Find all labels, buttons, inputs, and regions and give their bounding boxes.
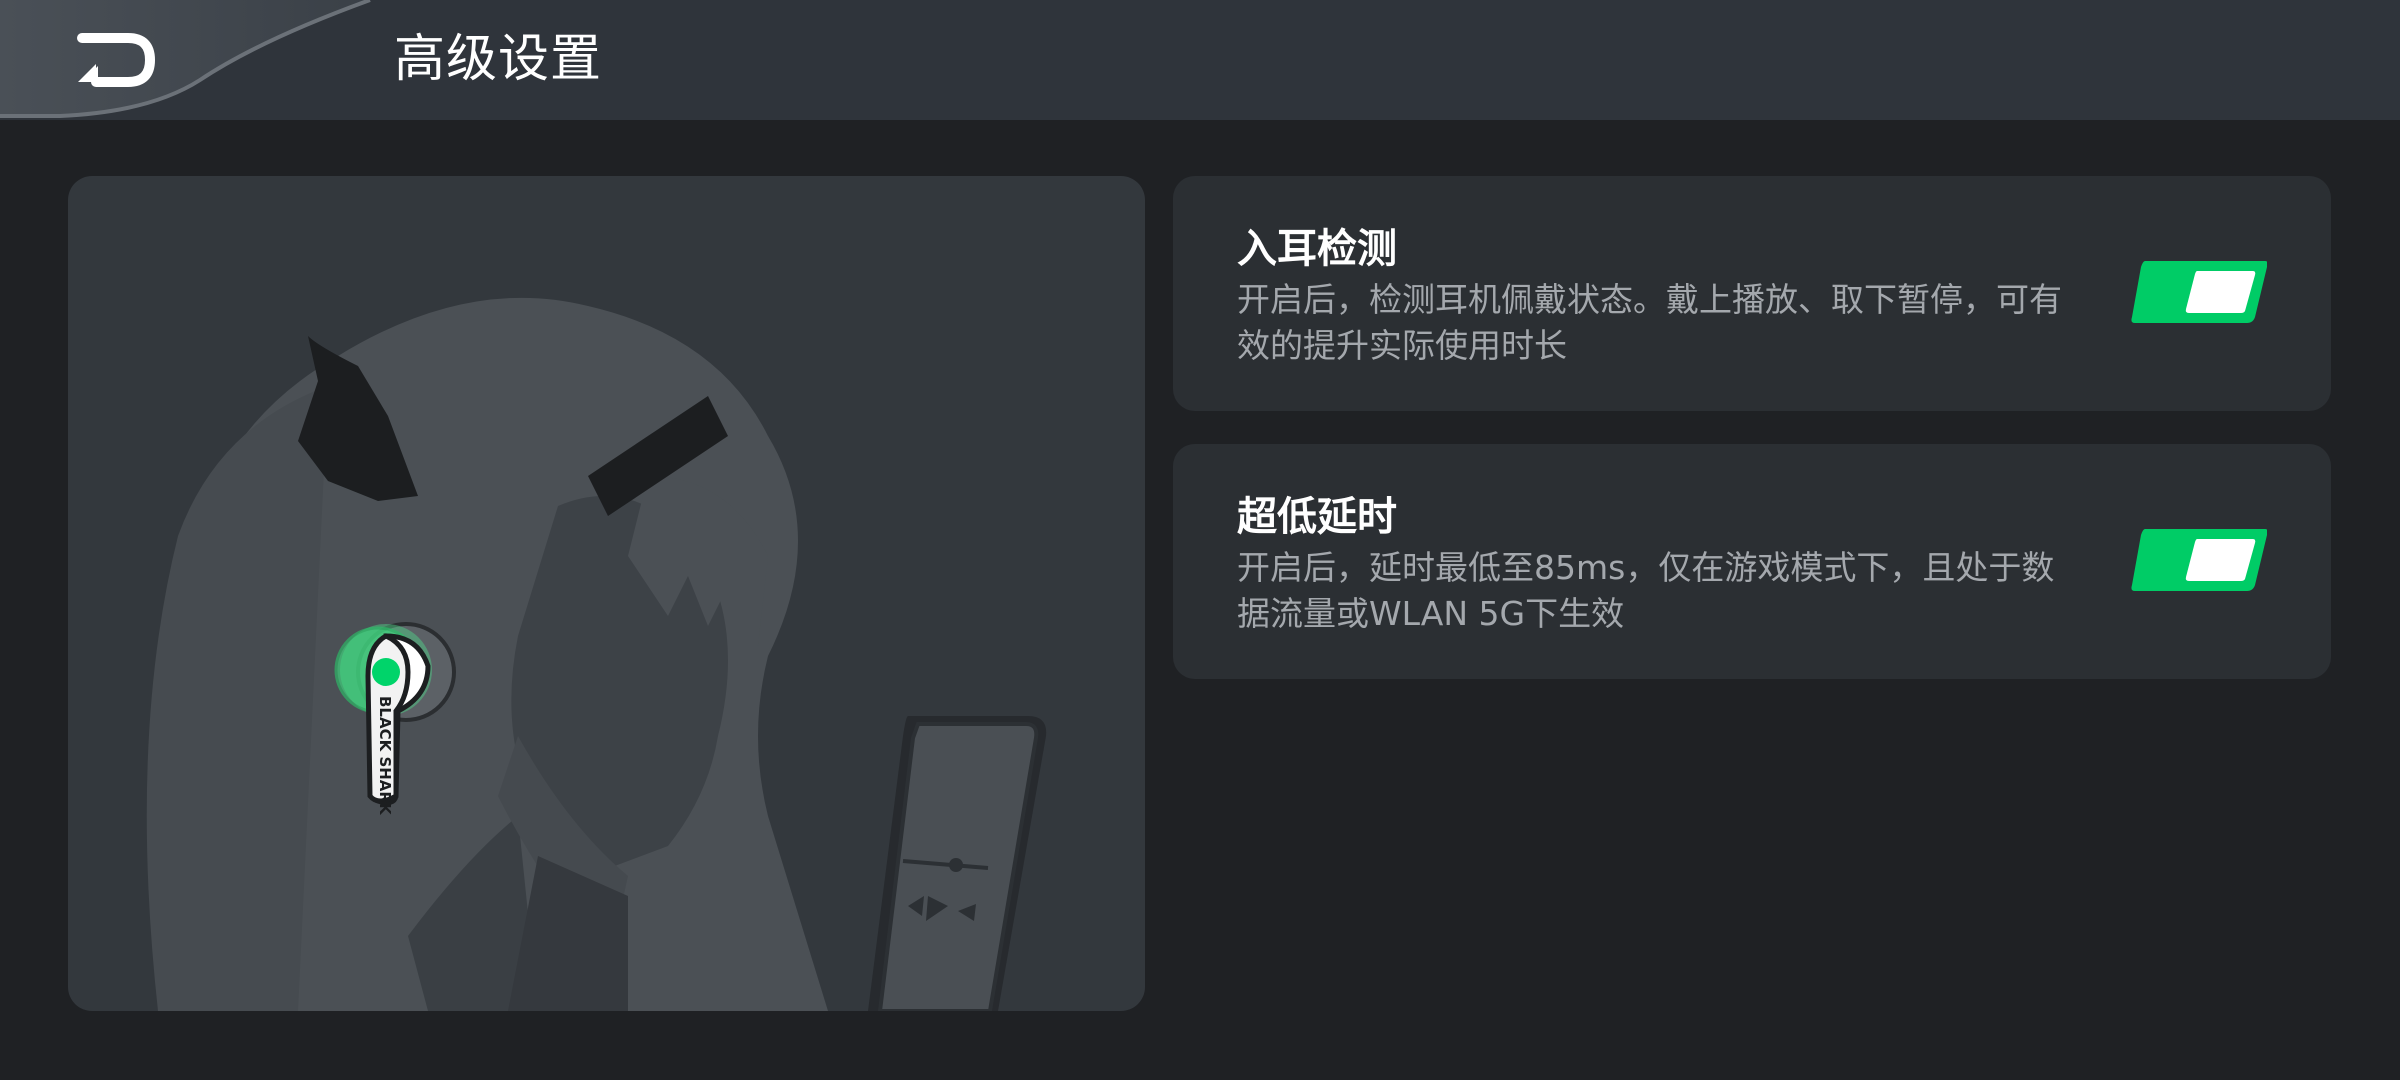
back-button[interactable] <box>0 0 380 120</box>
toggle-knob <box>2185 271 2256 313</box>
setting-description: 开启后，检测耳机佩戴状态。戴上播放、取下暂停，可有效的提升实际使用时长 <box>1237 280 2062 365</box>
setting-title: 入耳检测 <box>1237 226 1397 272</box>
page-title: 高级设置 <box>394 30 603 89</box>
setting-card-low-latency: 超低延时 开启后，延时最低至85ms，仅在游戏模式下，且处于数据流量或WLAN … <box>1173 444 2331 679</box>
girl-earbud-illustration: BLACK SHARK <box>146 297 1047 1011</box>
setting-title: 超低延时 <box>1237 494 1397 540</box>
toggle-knob <box>2185 539 2256 581</box>
setting-card-ear-detection: 入耳检测 开启后，检测耳机佩戴状态。戴上播放、取下暂停，可有效的提升实际使用时长 <box>1173 176 2331 411</box>
header-bar: 高级设置 <box>0 0 2400 120</box>
phone-illustration <box>868 716 1047 1011</box>
low-latency-toggle[interactable] <box>2131 529 2267 591</box>
ear-detection-illustration: BLACK SHARK <box>68 176 1145 1011</box>
setting-description: 开启后，延时最低至85ms，仅在游戏模式下，且处于数据流量或WLAN 5G下生效 <box>1237 548 2055 633</box>
ear-detection-toggle[interactable] <box>2131 261 2267 323</box>
earbud-brand-label: BLACK SHARK <box>376 696 394 816</box>
